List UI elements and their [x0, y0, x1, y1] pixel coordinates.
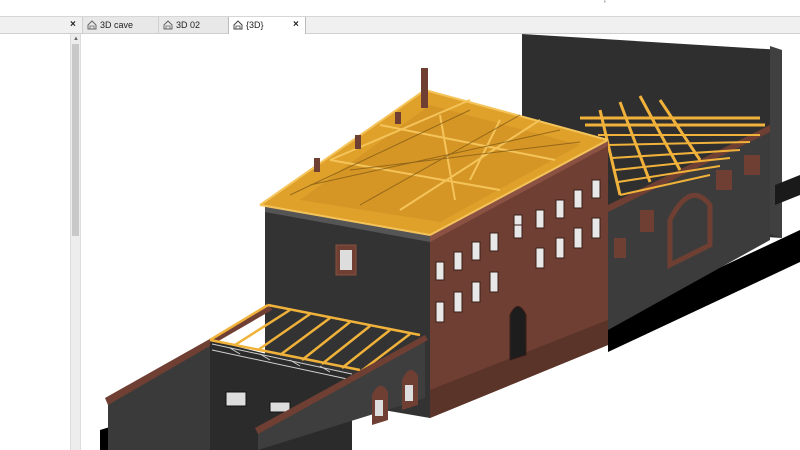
tab-label: 3D cave	[100, 20, 134, 30]
close-icon[interactable]: ×	[293, 17, 299, 33]
main-entrance-arch	[509, 306, 527, 361]
title-strip: '	[0, 0, 800, 17]
tab-3d-02[interactable]: 3D 02	[158, 17, 228, 33]
vertical-scrollbar[interactable]: ▲	[70, 34, 81, 450]
building-model[interactable]	[82, 34, 800, 450]
3d-view-canvas[interactable]	[82, 34, 800, 450]
tab-label: 3D 02	[176, 20, 201, 30]
scroll-up-arrow[interactable]: ▲	[72, 34, 80, 44]
view-tab-bar: × 3D cave 3D 02 {3D} ×	[0, 17, 800, 34]
home-3d-icon	[233, 20, 243, 30]
tab-3d-active[interactable]: {3D} ×	[228, 17, 306, 34]
home-3d-icon	[163, 20, 173, 30]
tab-3d-cave[interactable]: 3D cave	[82, 17, 158, 33]
title-marker: '	[604, 0, 606, 9]
tab-blank[interactable]: ×	[0, 17, 82, 33]
tab-label: {3D}	[246, 20, 264, 30]
scroll-thumb[interactable]	[72, 44, 79, 236]
home-3d-icon	[87, 20, 97, 30]
project-browser-panel	[0, 34, 70, 450]
close-icon[interactable]: ×	[70, 17, 76, 33]
